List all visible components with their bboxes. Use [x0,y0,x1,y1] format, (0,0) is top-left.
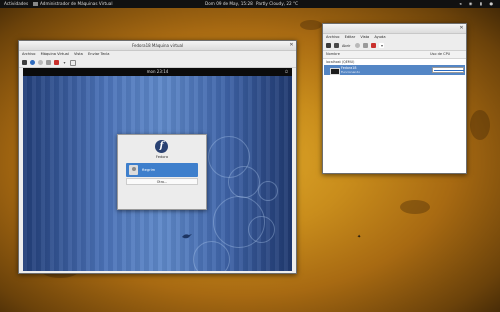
top-panel: Actividades Administrador de Máquinas Vi… [0,0,500,8]
open-button-label[interactable]: Abrir [342,44,350,48]
vm-toolbar: ▾ [19,58,296,68]
close-icon[interactable]: ✕ [459,25,464,31]
bird-icon [182,234,192,239]
vm-state: Funcionando [341,70,361,74]
vm-list-header: Nombre Uso de CPU [323,51,466,59]
guest-top-bar: mon 23:14 ⏻ [23,68,292,76]
close-icon[interactable]: ✕ [289,42,294,48]
dropdown-icon[interactable]: ▾ [62,60,67,65]
vm-window-title: Fedora18 Máquina virtual [131,43,184,48]
vmm-toolbar: Abrir ▾ [323,41,466,51]
wallpaper-texture [300,20,322,30]
pause-icon[interactable] [363,43,369,48]
shutdown-icon[interactable] [371,43,377,48]
vm-window-titlebar[interactable]: Fedora18 Máquina virtual ✕ [19,41,296,51]
pause-icon[interactable] [46,60,51,65]
fedora-logo-icon: f [155,140,168,153]
vmm-titlebar[interactable]: ✕ [323,24,466,34]
wallpaper-swirl [228,166,260,198]
fullscreen-icon[interactable] [70,59,76,66]
menu-edit[interactable]: Editar [345,35,356,39]
monitor-icon [330,67,340,75]
vm-console-window: Fedora18 Máquina virtual ✕ Archivo Máqui… [18,40,297,274]
vm-list-item[interactable]: Fedora18 Funcionando [324,65,465,75]
other-user-button[interactable]: Otro... [126,178,198,185]
distro-label: Fedora [155,155,169,159]
menu-send-key[interactable]: Enviar Tecla [88,52,109,56]
vm-manager-window: ✕ Archivo Editar Vista Ayuda Abrir ▾ Nom… [322,23,467,174]
guest-display[interactable]: mon 23:14 ⏻ f Fedora ftegrim Otro... [23,68,292,271]
dropdown-icon[interactable]: ▾ [379,43,385,48]
wallpaper-swirl [248,216,275,243]
column-name[interactable]: Nombre [326,52,340,56]
menu-file[interactable]: Archivo [326,35,339,39]
app-icon [33,1,38,6]
menu-file[interactable]: Archivo [22,52,35,56]
new-vm-icon[interactable] [326,43,331,48]
shutdown-icon[interactable] [54,60,59,65]
wallpaper-swirl [258,181,278,201]
menu-help[interactable]: Ayuda [374,35,385,39]
clock[interactable]: Dom 09 de May, 15:28 [205,0,253,8]
guest-wallpaper: f Fedora ftegrim Otro... [23,76,292,271]
activities-button[interactable]: Actividades [4,0,28,8]
vmm-menubar: Archivo Editar Vista Ayuda [323,34,466,41]
wallpaper-texture [470,110,490,140]
app-menu[interactable]: Administrador de Máquinas Virtual [33,0,113,8]
power-icon[interactable]: ⏻ [285,68,288,76]
user-entry[interactable]: ftegrim [126,163,198,177]
run-icon[interactable] [355,43,361,48]
guest-clock[interactable]: mon 23:14 [147,69,169,74]
details-icon[interactable] [30,60,35,65]
vm-menubar: Archivo Máquina Virtual Vista Enviar Tec… [19,51,296,58]
wallpaper-swirl [193,241,230,271]
cpu-usage-graph [432,67,464,73]
system-tray[interactable]: ◂ ◉ ▮ ● [459,0,496,8]
console-icon[interactable] [22,60,27,65]
wallpaper-texture [400,200,430,214]
column-cpu-usage[interactable]: Uso de CPU [430,51,450,58]
login-dialog: f Fedora ftegrim Otro... [117,134,207,210]
weather-indicator[interactable]: Partly Cloudy, 22 °C [256,0,298,8]
menu-view[interactable]: Vista [74,52,83,56]
menu-view[interactable]: Vista [360,35,369,39]
mouse-pointer-icon: ✦ [357,234,362,240]
open-icon[interactable] [334,43,339,48]
avatar [129,165,138,175]
app-menu-label: Administrador de Máquinas Virtual [40,1,113,6]
menu-virtual-machine[interactable]: Máquina Virtual [41,52,69,56]
run-icon[interactable] [38,60,43,65]
user-name: ftegrim [142,168,156,172]
